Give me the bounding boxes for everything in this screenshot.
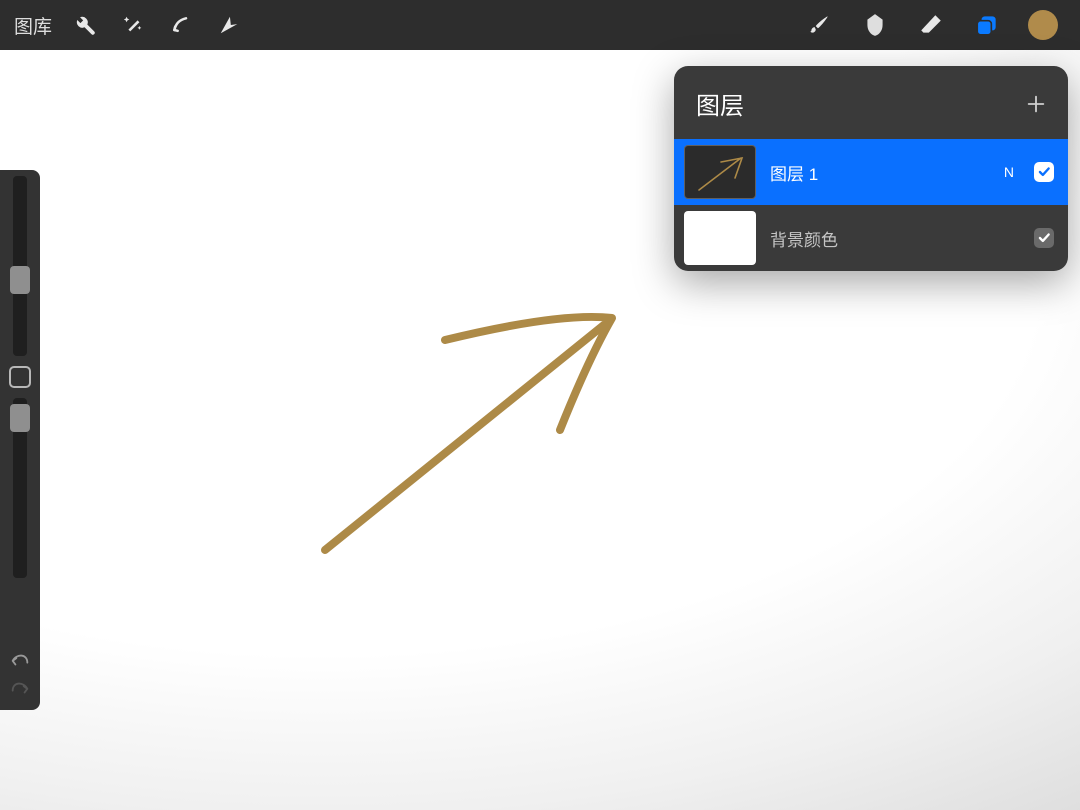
layers-panel-title: 图层 bbox=[696, 86, 744, 121]
layers-panel-header: 图层 bbox=[674, 66, 1068, 139]
layer-thumbnail bbox=[684, 211, 756, 265]
layer-thumbnail bbox=[684, 145, 756, 199]
layers-panel: 图层 图层 1 N 背景颜色 bbox=[674, 66, 1068, 271]
slider-thumb[interactable] bbox=[10, 404, 30, 432]
blend-mode-label[interactable]: N bbox=[1004, 164, 1014, 180]
top-toolbar: 图库 bbox=[0, 0, 1080, 50]
layer-name-label: 图层 1 bbox=[770, 160, 990, 185]
toolbar-right-group bbox=[804, 10, 1066, 40]
eraser-icon[interactable] bbox=[916, 10, 946, 40]
transform-arrow-icon[interactable] bbox=[214, 10, 244, 40]
gallery-button[interactable]: 图库 bbox=[14, 12, 52, 39]
smudge-icon[interactable] bbox=[860, 10, 890, 40]
brush-icon[interactable] bbox=[804, 10, 834, 40]
undo-redo-group bbox=[6, 648, 34, 704]
undo-button[interactable] bbox=[6, 648, 34, 670]
selection-icon[interactable] bbox=[166, 10, 196, 40]
layers-icon[interactable] bbox=[972, 10, 1002, 40]
side-toolbar bbox=[0, 170, 40, 710]
color-picker-button[interactable] bbox=[1028, 10, 1058, 40]
magic-wand-icon[interactable] bbox=[118, 10, 148, 40]
brush-size-slider[interactable] bbox=[13, 176, 27, 356]
visibility-checkbox[interactable] bbox=[1034, 228, 1054, 248]
toolbar-left-group: 图库 bbox=[14, 10, 244, 40]
layer-row[interactable]: 背景颜色 bbox=[674, 205, 1068, 271]
slider-thumb[interactable] bbox=[10, 266, 30, 294]
visibility-checkbox[interactable] bbox=[1034, 162, 1054, 182]
layer-name-label: 背景颜色 bbox=[770, 226, 1020, 251]
modifier-button[interactable] bbox=[9, 366, 31, 388]
wrench-icon[interactable] bbox=[70, 10, 100, 40]
redo-button[interactable] bbox=[6, 676, 34, 698]
opacity-slider[interactable] bbox=[13, 398, 27, 578]
add-layer-button[interactable] bbox=[1024, 92, 1048, 116]
layer-row[interactable]: 图层 1 N bbox=[674, 139, 1068, 205]
